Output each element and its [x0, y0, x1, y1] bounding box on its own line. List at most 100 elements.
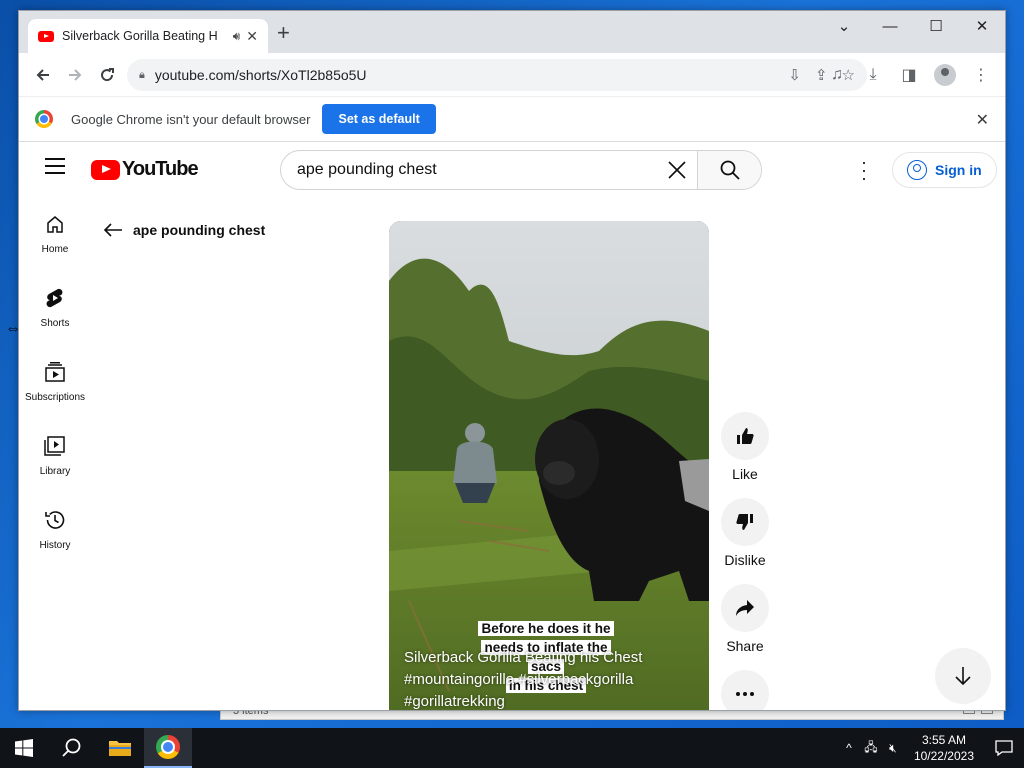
youtube-wordmark: YouTube [122, 158, 199, 180]
next-short-button[interactable] [935, 648, 991, 704]
search-box: ape pounding chest [280, 150, 762, 190]
guide-item-shorts[interactable]: Shorts [19, 270, 91, 344]
resize-cursor-icon: ⇔ [5, 320, 21, 337]
lock-icon[interactable]: 🔒︎ [139, 69, 145, 82]
chrome-taskbar-button[interactable] [144, 728, 192, 768]
guide-label: Subscriptions [24, 391, 86, 403]
guide-item-home[interactable]: Home [19, 196, 91, 270]
account-icon [907, 160, 927, 180]
folder-icon [109, 741, 131, 756]
network-icon[interactable]: 🖧︎ [860, 738, 882, 759]
settings-more-icon[interactable]: · · · [859, 153, 869, 187]
guide-label: Shorts [40, 317, 70, 329]
guide-label: History [39, 539, 71, 551]
search-back-link[interactable]: ape pounding chest [103, 222, 265, 238]
back-row-label: ape pounding chest [133, 222, 266, 238]
profile-button[interactable] [929, 59, 961, 91]
sign-in-label: Sign in [935, 162, 982, 178]
tab-active[interactable]: Silverback Gorilla Beating H 🔊︎ ✕ [28, 19, 268, 53]
arrow-down-icon [955, 667, 971, 686]
youtube-logo[interactable]: YouTube [91, 158, 199, 181]
more-actions-button[interactable] [721, 670, 769, 710]
windows-taskbar: ^ 🖧︎ 🔇︎ 3:55 AM 10/22/2023 [0, 728, 1024, 768]
profile-avatar-icon [934, 64, 956, 86]
thumbs-up-icon [721, 412, 769, 460]
back-button[interactable] [27, 59, 59, 91]
share-label: Share [726, 638, 764, 654]
clock-date: 10/22/2023 [913, 749, 974, 763]
url-text[interactable]: youtube.com/shorts/XoTl2b85o5U [155, 67, 789, 83]
guide-label: Home [41, 243, 69, 255]
show-hidden-icons-chevron-icon[interactable]: ^ [838, 741, 860, 755]
share-button[interactable]: Share [721, 584, 769, 654]
forward-button[interactable] [59, 59, 91, 91]
infobar-message: Google Chrome isn't your default browser [71, 111, 311, 127]
infobar-close-icon[interactable]: ✕ [976, 110, 989, 130]
default-browser-infobar: Google Chrome isn't your default browser… [19, 97, 1005, 142]
thumbs-down-icon [721, 498, 769, 546]
tab-title: Silverback Gorilla Beating H [62, 29, 218, 43]
youtube-page: YouTube ape pounding chest ··· Sign in [19, 142, 1005, 710]
close-window-button[interactable]: ✕ [959, 11, 1005, 41]
search-button[interactable] [697, 151, 761, 189]
file-explorer-taskbar-button[interactable] [96, 728, 144, 768]
new-tab-button[interactable]: + [277, 22, 290, 44]
reload-button[interactable] [91, 59, 123, 91]
dislike-button[interactable]: Dislike [721, 498, 769, 568]
search-icon [720, 160, 740, 180]
youtube-play-icon [91, 159, 120, 180]
guide-item-subscriptions[interactable]: Subscriptions [19, 344, 91, 418]
shorts-actions: Like Dislike Share [721, 412, 769, 710]
short-title[interactable]: Silverback Gorilla Beating his Chest #mo… [404, 647, 694, 710]
toolbar: 🔒︎ youtube.com/shorts/XoTl2b85o5U ⇩ ⇪ ☆ … [19, 53, 1005, 97]
home-icon [43, 212, 67, 236]
address-bar[interactable]: 🔒︎ youtube.com/shorts/XoTl2b85o5U ⇩ ⇪ ☆ [127, 59, 867, 91]
search-input[interactable]: ape pounding chest [281, 151, 657, 189]
search-taskbar-button[interactable] [48, 728, 96, 768]
shorts-icon [43, 286, 67, 310]
minimize-button[interactable]: — [867, 11, 913, 41]
audio-playing-icon[interactable]: 🔊︎ [233, 29, 241, 44]
shorts-video-player[interactable]: Before he does it he needs to inflate th… [389, 221, 709, 710]
history-icon [43, 508, 67, 532]
more-icon [721, 670, 769, 710]
guide-menu-icon[interactable] [45, 158, 65, 179]
start-button[interactable] [0, 728, 48, 768]
guide-item-history[interactable]: History [19, 492, 91, 566]
notification-center-icon[interactable] [984, 740, 1024, 756]
downloads-icon[interactable]: ⤓ [857, 59, 889, 91]
media-controls-icon[interactable]: ♫ [821, 59, 853, 91]
guide-item-library[interactable]: Library [19, 418, 91, 492]
search-icon [62, 738, 81, 757]
share-icon [721, 584, 769, 632]
tab-search-icon[interactable]: ⌄ [821, 11, 867, 41]
sign-in-button[interactable]: Sign in [892, 152, 997, 188]
guide-label: Library [39, 465, 71, 477]
chrome-logo-icon [35, 110, 53, 128]
youtube-favicon-icon [38, 30, 54, 42]
maximize-button[interactable]: ☐ [913, 11, 959, 41]
mini-guide: Home Shorts Subscriptions Library Histor… [19, 196, 91, 566]
like-label: Like [732, 466, 758, 482]
chrome-logo-icon [156, 735, 180, 759]
dislike-label: Dislike [724, 552, 766, 568]
volume-muted-icon[interactable]: 🔇︎ [882, 741, 904, 756]
system-tray: ^ 🖧︎ 🔇︎ 3:55 AM 10/22/2023 [838, 728, 1024, 768]
subscriptions-icon [43, 360, 67, 384]
windows-logo-icon [15, 739, 33, 757]
caption-line: Before he does it he [478, 621, 614, 636]
back-arrow-icon [103, 223, 122, 237]
clear-search-icon[interactable] [657, 151, 697, 189]
tab-strip: Silverback Gorilla Beating H 🔊︎ ✕ + ⌄ — … [19, 11, 1005, 53]
side-panel-icon[interactable]: ◨ [893, 59, 925, 91]
clock-time: 3:55 AM [921, 733, 966, 747]
chrome-menu-icon[interactable]: ⋮ [965, 59, 997, 91]
install-app-icon[interactable]: ⇩ [788, 66, 801, 84]
chrome-window: Silverback Gorilla Beating H 🔊︎ ✕ + ⌄ — … [18, 10, 1006, 711]
library-icon [43, 434, 67, 458]
like-button[interactable]: Like [721, 412, 769, 482]
clock[interactable]: 3:55 AM 10/22/2023 [904, 732, 984, 764]
set-as-default-button[interactable]: Set as default [322, 104, 436, 134]
tab-close-icon[interactable]: ✕ [246, 28, 258, 45]
youtube-masthead: YouTube ape pounding chest · · · Sign in [19, 142, 1005, 196]
